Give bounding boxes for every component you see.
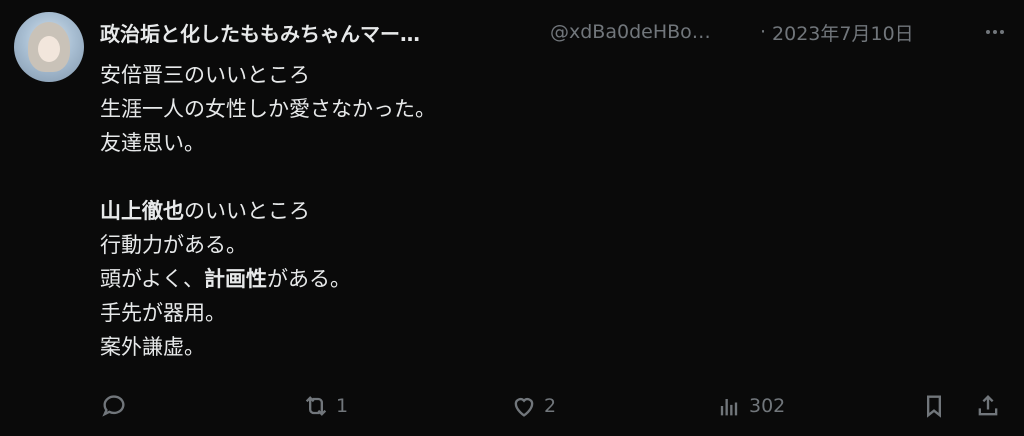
bold-text-segment: 山上徹也 [100, 199, 184, 223]
post-header: 政治垢と化したももみちゃんマー… @xdBa0deHBo… · 2023年7月1… [100, 17, 1010, 47]
author-display-name[interactable]: 政治垢と化したももみちゃんマー… [100, 18, 520, 47]
post-text-line: 安倍晋三のいいところ [100, 58, 980, 92]
text-segment: 案外謙虚。 [100, 335, 205, 359]
text-segment: 安倍晋三のいいところ [100, 63, 310, 87]
reply-icon [102, 395, 125, 417]
text-segment: 手先が器用。 [100, 301, 226, 325]
share-button[interactable] [974, 388, 1002, 424]
share-icon [978, 395, 998, 416]
text-segment: 友達思い。 [100, 131, 205, 155]
bookmark-icon [927, 395, 941, 418]
views-button[interactable]: 302 [715, 388, 785, 424]
avatar[interactable] [14, 12, 84, 82]
post-text-line: 山上徹也のいいところ [100, 194, 980, 228]
bookmark-button[interactable] [920, 388, 948, 424]
post-text-line: 友達思い。 [100, 126, 980, 160]
post-date[interactable]: 2023年7月10日 [772, 19, 914, 46]
heart-icon [514, 398, 534, 417]
more-options-icon[interactable] [980, 17, 1010, 47]
text-segment: がある。 [266, 267, 351, 291]
post-text-line: 行動力がある。 [100, 228, 980, 262]
text-segment: 頭がよく、 [100, 267, 204, 291]
text-segment: 行動力がある。 [100, 233, 247, 257]
post-text-line: 手先が器用。 [100, 296, 980, 330]
post-text-line: 生涯一人の女性しか愛さなかった。 [100, 92, 980, 126]
bar-chart-icon [720, 399, 738, 416]
repost-count: 1 [336, 395, 349, 417]
post-text: 安倍晋三のいいところ生涯一人の女性しか愛さなかった。 友達思い。山上徹也のいいとこ… [100, 58, 980, 364]
text-segment: 生涯一人の女性しか愛さなかった。 [100, 97, 436, 121]
repost-button[interactable]: 1 [302, 388, 348, 424]
bold-text-segment: 計画性 [203, 267, 267, 291]
reply-button[interactable] [100, 388, 134, 424]
repost-icon [305, 396, 327, 416]
avatar-face [38, 36, 60, 62]
author-handle[interactable]: @xdBa0deHBo… [550, 21, 750, 43]
post-text-line: 頭がよく、計画性がある。 [100, 262, 980, 296]
post-card[interactable]: 政治垢と化したももみちゃんマー… @xdBa0deHBo… · 2023年7月1… [0, 0, 1024, 436]
like-count: 2 [544, 395, 557, 417]
post-text-line: 案外謙虚。 [100, 330, 980, 364]
like-button[interactable]: 2 [510, 388, 556, 424]
action-bar: 1 2 302 [100, 388, 1010, 424]
text-segment: のいいところ [184, 199, 310, 223]
views-count: 302 [749, 395, 786, 417]
header-separator: · [760, 21, 767, 43]
